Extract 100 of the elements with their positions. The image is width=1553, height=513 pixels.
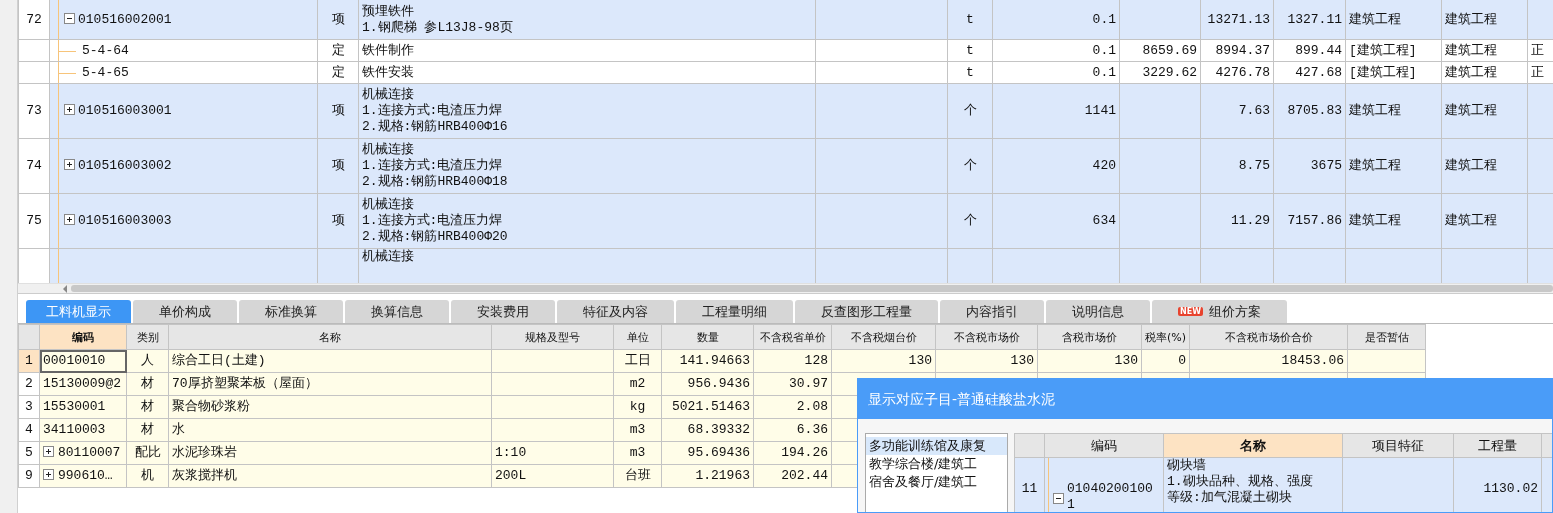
table-cell: 7.63 — [1200, 83, 1274, 139]
item-description: 铁件安装 — [358, 61, 816, 84]
table-cell: 建筑工程 — [1345, 0, 1442, 40]
column-header[interactable]: 含税市场价 — [1037, 324, 1142, 350]
column-header[interactable]: 不含税市场价 — [935, 324, 1038, 350]
table-cell: 1130.02 — [1453, 457, 1542, 512]
table-cell: 75 — [18, 193, 50, 249]
table-cell: 11.29 — [1200, 193, 1274, 249]
column-header[interactable]: 名称 — [168, 324, 492, 350]
item-description: 机械连接 1.连接方式:电渣压力焊 2.规格:钢筋HRB400Φ20 — [358, 193, 816, 249]
table-cell: 73 — [18, 83, 50, 139]
table-cell: 项 — [317, 0, 359, 40]
column-header[interactable]: 税率(%) — [1141, 324, 1190, 350]
resource-code: 990610… — [58, 468, 113, 483]
row-number[interactable]: 4 — [18, 418, 40, 442]
column-header[interactable]: 不含税省单价 — [753, 324, 832, 350]
column-header[interactable]: 是否暂估 — [1347, 324, 1426, 350]
table-cell: 建筑工程 — [1441, 0, 1528, 40]
table-cell: 13271.13 — [1200, 0, 1274, 40]
item-code: 5-4-64 — [82, 42, 129, 58]
row-number[interactable]: 3 — [18, 395, 40, 419]
table-cell: 634 — [992, 193, 1120, 249]
table-cell: 建筑工程 — [1345, 193, 1442, 249]
item-description: 预埋铁件 1.钢爬梯 参L13J8-98页 — [358, 0, 816, 40]
table-cell: 420 — [992, 138, 1120, 194]
table-cell: 灰浆搅拌机 — [168, 464, 492, 488]
column-header[interactable]: 规格及型号 — [491, 324, 614, 350]
item-description: 机械连接 1.连接方式:电渣压力焊 2.规格:钢筋HRB400Φ16 — [358, 83, 816, 139]
table-cell: 个 — [947, 193, 993, 249]
table-cell: 聚合物砂浆粉 — [168, 395, 492, 419]
project-item[interactable]: 多功能训练馆及康复 — [866, 437, 1007, 455]
tab[interactable]: 说明信息 — [1046, 300, 1150, 323]
table-cell: 74 — [18, 138, 50, 194]
table-cell: 建筑工程 — [1345, 138, 1442, 194]
table-cell: 200L — [491, 464, 614, 488]
tab[interactable]: 单价构成 — [133, 300, 237, 323]
row-number[interactable]: 5 — [18, 441, 40, 465]
project-item[interactable]: 教学综合楼/建筑工 — [866, 455, 1007, 473]
new-badge: NEW — [1178, 307, 1203, 316]
table-cell: 建筑工程 — [1441, 83, 1528, 139]
tab[interactable]: 内容指引 — [940, 300, 1044, 323]
tab[interactable]: 安装费用 — [451, 300, 555, 323]
table-cell: 7157.86 — [1273, 193, 1346, 249]
item-code: 010402001001 — [1067, 481, 1153, 512]
item-code: 5-4-65 — [82, 64, 129, 80]
item-code: 010516003003 — [78, 213, 172, 228]
item-description: 机械连接 1.连接方式:电渣压力焊 2.规格:钢筋HRB400Φ18 — [358, 138, 816, 194]
item-description: 机械连接 — [358, 248, 816, 283]
resource-code: 80110007 — [58, 445, 121, 460]
dialog-title: 显示对应子目-普通硅酸盐水泥 — [858, 379, 1552, 419]
table-cell: 70厚挤塑聚苯板（屋面） — [168, 372, 492, 396]
table-cell: 项 — [317, 83, 359, 139]
table-cell: 72 — [18, 0, 50, 40]
item-code: 010516003002 — [78, 158, 172, 173]
column-header[interactable]: 名称 — [1163, 433, 1343, 458]
tab-label: 组价方案 — [1209, 303, 1261, 321]
column-header[interactable]: 编码 — [1044, 433, 1164, 458]
table-cell: 建筑工程 — [1441, 138, 1528, 194]
row-number[interactable]: 9 — [18, 464, 40, 488]
table-cell: 项 — [317, 193, 359, 249]
tab[interactable]: 换算信息 — [345, 300, 449, 323]
table-cell: 建筑工程 — [1345, 83, 1442, 139]
table-cell: 水泥珍珠岩 — [168, 441, 492, 465]
item-code: 010516002001 — [78, 11, 172, 27]
column-header[interactable]: 类别 — [126, 324, 169, 350]
project-list[interactable]: 多功能训练馆及康复 教学综合楼/建筑工 宿舍及餐厅/建筑工 — [865, 433, 1008, 512]
row-number: 11 — [1014, 457, 1045, 512]
table-cell: 8.75 — [1200, 138, 1274, 194]
table-cell: 项 — [317, 138, 359, 194]
column-header[interactable]: 不含税烟台价 — [831, 324, 936, 350]
tab[interactable]: 工程量明细 — [676, 300, 793, 323]
table-cell: 水 — [168, 418, 492, 442]
table-cell: 个 — [947, 138, 993, 194]
item-code: 010516003001 — [78, 103, 172, 118]
table-cell: 1:10 — [491, 441, 614, 465]
column-header[interactable]: 工程量 — [1453, 433, 1542, 458]
item-description: 砌块墙 1.砌块品种、规格、强度 等级:加气混凝土砌块 — [1163, 457, 1343, 512]
table-cell: 综合工日(土建) — [168, 349, 492, 373]
tab[interactable]: NEW 组价方案 — [1152, 300, 1287, 323]
project-item[interactable]: 宿舍及餐厅/建筑工 — [866, 473, 1007, 491]
row-number[interactable]: 2 — [18, 372, 40, 396]
table-cell: 0.1 — [992, 0, 1120, 40]
table-cell: 建筑工程 — [1441, 193, 1528, 249]
column-header[interactable]: 编码 — [39, 324, 127, 350]
tab[interactable]: 反查图形工程量 — [795, 300, 938, 323]
item-description: 铁件制作 — [358, 39, 816, 62]
table-cell: 个 — [947, 83, 993, 139]
table-cell: 1141 — [992, 83, 1120, 139]
row-number[interactable]: 1 — [18, 349, 40, 373]
column-header[interactable]: 数量 — [661, 324, 754, 350]
table-cell: 1327.11 — [1273, 0, 1346, 40]
column-header[interactable]: 不含税市场价合价 — [1189, 324, 1348, 350]
table-cell: 18453.06 — [1189, 349, 1348, 373]
column-header[interactable]: 单位 — [613, 324, 662, 350]
table-cell: 3675 — [1273, 138, 1346, 194]
table-cell: t — [947, 0, 993, 40]
tab[interactable]: 标准换算 — [239, 300, 343, 323]
column-header[interactable]: 项目特征 — [1342, 433, 1454, 458]
tab[interactable]: 特征及内容 — [557, 300, 674, 323]
table-cell: 8705.83 — [1273, 83, 1346, 139]
